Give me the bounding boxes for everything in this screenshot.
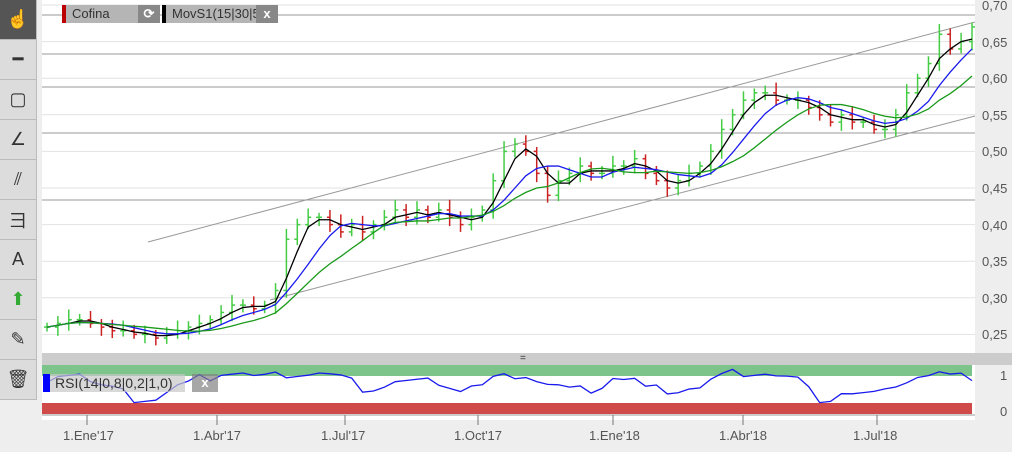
date-axis-label: 1.Jul'18: [853, 428, 898, 443]
price-axis-label: 0,55: [982, 107, 1008, 123]
price-axis-label: 0,30: [982, 290, 1008, 306]
rsi-label: RSI(14|0,8|0,2|1,0): [55, 375, 173, 391]
date-axis-label: 1.Abr'18: [719, 428, 768, 443]
rsi-axis-label: 1: [1000, 368, 1008, 383]
ma-legend[interactable]: MovS1(15|30|5 x: [162, 5, 278, 23]
close-rsi-button[interactable]: x: [192, 374, 218, 392]
divider-handle: =: [520, 353, 526, 364]
ma-label: MovS1(15|30|5: [172, 6, 260, 21]
rsi-legend[interactable]: RSI(14|0,8|0,2|1,0) x: [43, 374, 218, 392]
symbol-legend[interactable]: Cofina ⟳: [62, 5, 160, 23]
price-axis-label: 0,60: [982, 71, 1008, 87]
date-axis-label: 1.Ene'17: [63, 428, 114, 443]
rsi-oversold-zone: [42, 403, 972, 414]
price-axis-label: 0,45: [982, 181, 1008, 196]
price-axis-label: 0,35: [982, 254, 1008, 270]
refresh-icon[interactable]: ⟳: [138, 5, 160, 23]
date-axis-label: 1.Oct'17: [454, 428, 503, 443]
price-axis-label: 0,40: [982, 217, 1008, 233]
rsi-axis-label: 0: [1000, 404, 1008, 419]
close-ma-button[interactable]: x: [256, 5, 278, 23]
price-axis-label: 0,25: [982, 327, 1008, 343]
date-axis-label: 1.Ene'18: [589, 428, 640, 443]
price-axis-label: 0,70: [982, 0, 1008, 13]
symbol-label: Cofina: [72, 6, 110, 21]
date-axis-label: 1.Abr'17: [193, 428, 242, 443]
price-axis-label: 0,50: [982, 144, 1008, 160]
date-axis-label: 1.Jul'17: [321, 428, 366, 443]
panel-divider: [42, 353, 1012, 365]
price-axis-label: 0,65: [982, 34, 1008, 50]
